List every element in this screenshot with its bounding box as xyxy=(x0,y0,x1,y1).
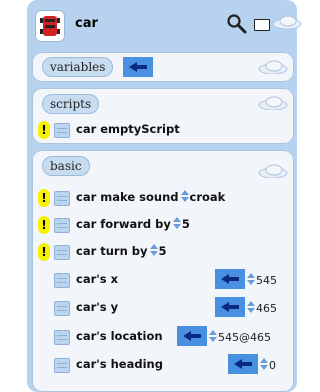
variables-section: variables xyxy=(32,52,294,82)
viewer-title: car xyxy=(75,16,98,31)
command-text: car forward by xyxy=(76,217,171,231)
stepper-icon[interactable] xyxy=(247,273,255,285)
command-label: car make sound croak xyxy=(76,190,225,204)
getter-row-location[interactable]: car's location 545@465 xyxy=(32,326,294,348)
watcher-arrow-icon[interactable] xyxy=(215,269,245,289)
variables-header[interactable]: variables xyxy=(42,57,114,77)
command-value[interactable]: 5 xyxy=(182,217,190,231)
value-text: 545 xyxy=(256,274,277,287)
stepper-icon[interactable] xyxy=(209,330,217,342)
warning-icon[interactable]: ! xyxy=(38,189,50,207)
keyboard-icon[interactable] xyxy=(254,19,270,31)
stepper-icon[interactable] xyxy=(149,244,158,256)
getter-value[interactable]: 465 xyxy=(247,301,277,315)
scripts-header[interactable]: scripts xyxy=(42,94,100,114)
getter-row-x[interactable]: car's x 545 xyxy=(32,269,294,291)
basic-header[interactable]: basic xyxy=(42,156,90,176)
scripts-section: scripts ! car emptyScript xyxy=(32,88,294,144)
car-icon[interactable] xyxy=(35,10,65,42)
command-row-forward[interactable]: ! car forward by 5 xyxy=(32,214,294,236)
stepper-icon[interactable] xyxy=(180,190,189,202)
value-text: 465 xyxy=(256,302,277,315)
getter-value[interactable]: 0 xyxy=(260,358,276,372)
getter-label: car's location xyxy=(76,329,163,343)
block-icon[interactable] xyxy=(54,330,70,345)
cloud-icon[interactable] xyxy=(272,15,302,29)
warning-icon[interactable]: ! xyxy=(38,216,50,234)
cloud-icon[interactable] xyxy=(258,96,288,110)
script-row[interactable]: ! car emptyScript xyxy=(32,119,294,141)
command-row-turn[interactable]: ! car turn by 5 xyxy=(32,241,294,263)
command-label: car forward by 5 xyxy=(76,217,190,231)
getter-label: car's y xyxy=(76,300,119,314)
block-icon[interactable] xyxy=(54,358,70,373)
watcher-arrow-icon[interactable] xyxy=(228,354,258,374)
command-row-make-sound[interactable]: ! car make sound croak xyxy=(32,187,294,209)
viewer-titlebar: car xyxy=(27,7,302,47)
block-icon[interactable] xyxy=(54,273,70,288)
stepper-icon[interactable] xyxy=(247,301,255,313)
value-text: 0 xyxy=(269,359,276,372)
value-text: 545@465 xyxy=(218,331,271,344)
stepper-icon[interactable] xyxy=(172,217,181,229)
command-text: car make sound xyxy=(76,190,179,204)
watcher-arrow-icon[interactable] xyxy=(177,326,207,346)
command-label: car turn by 5 xyxy=(76,244,167,258)
stepper-icon[interactable] xyxy=(260,358,268,370)
script-label: car emptyScript xyxy=(76,122,180,136)
getter-value[interactable]: 545@465 xyxy=(209,330,271,344)
search-icon[interactable] xyxy=(226,13,248,35)
getter-label: car's heading xyxy=(76,357,163,371)
getter-label: car's x xyxy=(76,272,119,286)
getter-row-heading[interactable]: car's heading 0 xyxy=(32,354,294,376)
cloud-icon[interactable] xyxy=(258,164,288,178)
cloud-icon[interactable] xyxy=(258,60,288,74)
block-icon[interactable] xyxy=(54,301,70,316)
getter-row-y[interactable]: car's y 465 xyxy=(32,297,294,319)
block-icon[interactable] xyxy=(54,123,70,138)
warning-icon[interactable]: ! xyxy=(38,121,50,139)
watcher-arrow-icon[interactable] xyxy=(123,57,153,77)
watcher-arrow-icon[interactable] xyxy=(215,297,245,317)
block-icon[interactable] xyxy=(54,245,70,260)
getter-value[interactable]: 545 xyxy=(247,273,277,287)
command-text: car turn by xyxy=(76,244,148,258)
block-icon[interactable] xyxy=(54,191,70,206)
basic-section: basic ! car make sound croak ! car forwar… xyxy=(32,150,294,392)
block-icon[interactable] xyxy=(54,218,70,233)
command-value[interactable]: 5 xyxy=(159,244,167,258)
command-value[interactable]: croak xyxy=(190,190,226,204)
warning-icon[interactable]: ! xyxy=(38,243,50,261)
